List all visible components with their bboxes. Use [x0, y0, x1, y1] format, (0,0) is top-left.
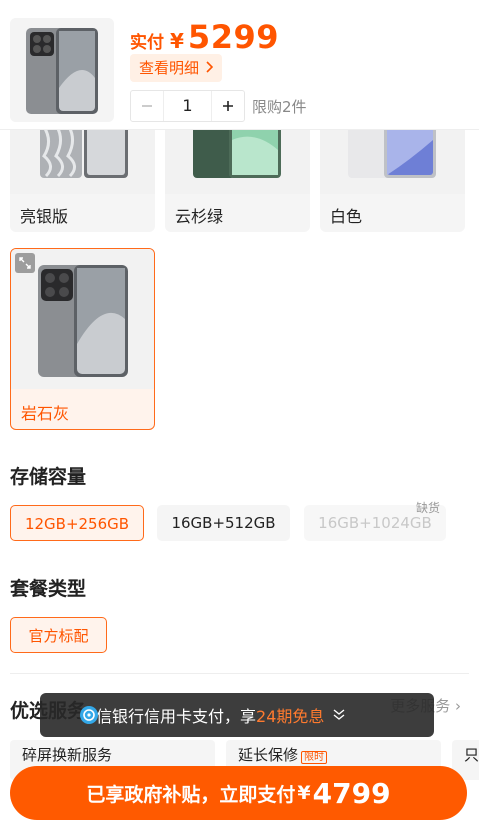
decrease-button[interactable]	[131, 91, 163, 121]
pay-currency: ¥	[297, 782, 311, 804]
chevron-right-icon: ›	[455, 697, 461, 715]
plus-icon	[223, 101, 233, 111]
color-option-rock-gray[interactable]: 岩石灰	[10, 248, 155, 430]
storage-option-12-256[interactable]: 12GB+256GB	[10, 505, 144, 541]
limited-time-tag: 限时	[301, 751, 328, 764]
service-label: 碎屏换新服务	[22, 746, 113, 764]
storage-option-16-512[interactable]: 16GB+512GB	[157, 505, 290, 541]
product-sku-sheet: 实付 ¥ 5299 查看明细 1 限购2件 亮银版 云杉绿 白色 岩石灰 存储容…	[0, 0, 479, 832]
price-row: 实付 ¥ 5299	[130, 18, 279, 56]
minus-icon	[142, 105, 152, 107]
expand-image-icon[interactable]	[15, 253, 35, 273]
sku-header: 实付 ¥ 5299 查看明细 1 限购2件	[0, 0, 479, 130]
pay-now-label: 已享政府补贴，立即支付	[86, 783, 296, 806]
package-option-standard[interactable]: 官方标配	[10, 617, 107, 653]
quantity-stepper: 1	[130, 90, 245, 122]
sold-out-badge: 缺货	[416, 501, 441, 515]
quantity-input[interactable]: 1	[163, 91, 212, 121]
price-label: 实付	[130, 33, 164, 53]
product-thumbnail	[10, 18, 114, 122]
installment-promo-toast[interactable]: 中信银行信用卡支付，享 24期免息	[40, 693, 434, 737]
bank-logo-icon	[80, 706, 98, 724]
currency-symbol: ¥	[170, 29, 184, 53]
color-label: 云杉绿	[175, 207, 224, 226]
view-details-label: 查看明细	[139, 59, 200, 77]
promo-highlight: 24期免息	[256, 707, 325, 726]
price-value: 5299	[187, 18, 279, 56]
pay-now-button[interactable]: 已享政府补贴，立即支付 ¥ 4799	[10, 766, 467, 820]
service-label: 延长保修	[238, 746, 299, 764]
color-label: 白色	[330, 207, 363, 226]
chevron-right-icon	[205, 54, 214, 82]
purchase-limit-text: 限购2件	[252, 98, 307, 116]
divider	[10, 673, 469, 674]
promo-text: 中信银行信用卡支付，享	[80, 707, 257, 726]
storage-section-title: 存储容量	[10, 466, 87, 488]
color-label: 岩石灰	[21, 404, 70, 423]
view-details-button[interactable]: 查看明细	[130, 54, 223, 82]
color-label: 亮银版	[20, 207, 69, 226]
increase-button[interactable]	[212, 91, 244, 121]
package-section-title: 套餐类型	[10, 578, 87, 600]
pay-amount: 4799	[312, 776, 391, 810]
chevron-down-double-icon	[332, 706, 346, 725]
service-label: 只换	[464, 746, 479, 764]
